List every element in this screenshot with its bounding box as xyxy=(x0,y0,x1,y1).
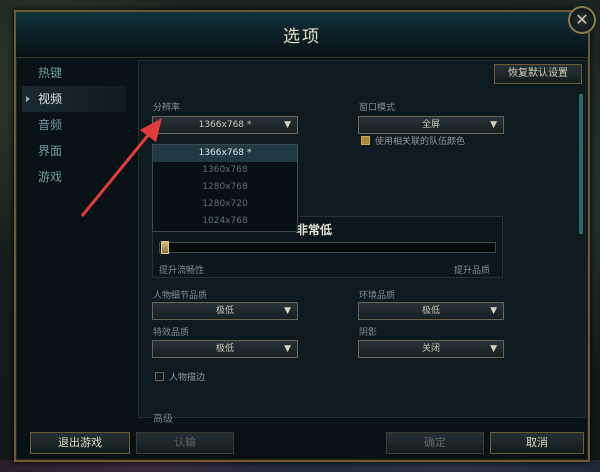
close-button[interactable]: ✕ xyxy=(568,6,596,34)
resolution-value: 1366x768 * xyxy=(198,120,252,130)
annotation-arrow-icon xyxy=(80,118,162,217)
team-color-label: 使用相关联的队伍颜色 xyxy=(375,137,466,147)
dialog-title: 选项 xyxy=(283,27,321,47)
close-icon: ✕ xyxy=(575,10,589,29)
chevron-down-icon: ▼ xyxy=(490,344,497,354)
effects-quality-value: 极低 xyxy=(215,344,234,354)
graphics-quality-title: 非常低 xyxy=(296,223,333,237)
surrender-button[interactable]: 认输 xyxy=(136,432,234,454)
graphics-quality-slider[interactable] xyxy=(159,242,496,253)
resolution-option[interactable]: 1024x768 xyxy=(153,213,297,230)
effects-quality-label: 特效品质 xyxy=(153,328,190,338)
resolution-option[interactable]: 1360x768 xyxy=(153,162,297,179)
slider-right-label: 提升品质 xyxy=(454,266,491,276)
resolution-option[interactable]: 1366x768 * xyxy=(153,145,297,162)
chevron-down-icon: ▼ xyxy=(284,120,291,130)
reset-defaults-button[interactable]: 恢复默认设置 xyxy=(494,64,582,84)
cancel-button[interactable]: 取消 xyxy=(490,432,584,454)
slider-left-label: 提升流畅性 xyxy=(159,266,205,276)
dialog-titlebar: 选项 xyxy=(16,12,588,58)
resolution-option[interactable]: 1280x768 xyxy=(153,179,297,196)
window-mode-label: 窗口模式 xyxy=(359,103,396,113)
character-quality-select[interactable]: 极低 ▼ xyxy=(152,302,298,320)
resolution-dropdown: 1366x768 * 1360x768 1280x768 1280x720 10… xyxy=(152,144,298,232)
options-dialog: 选项 ✕ 热键 视频 音频 界面 游戏 恢复默认设置 分辨率 1366x768 … xyxy=(14,6,596,462)
shadow-select[interactable]: 关闭 ▼ xyxy=(358,340,504,358)
shadow-label: 阴影 xyxy=(359,328,378,338)
sidebar-item-video[interactable]: 视频 xyxy=(22,86,126,112)
resolution-select[interactable]: 1366x768 * ▼ xyxy=(152,116,298,134)
advanced-section-label: 高级 xyxy=(153,414,173,425)
effects-quality-select[interactable]: 极低 ▼ xyxy=(152,340,298,358)
sidebar-item-hotkeys[interactable]: 热键 xyxy=(22,60,126,86)
chevron-down-icon: ▼ xyxy=(284,344,291,354)
chevron-down-icon: ▼ xyxy=(490,120,497,130)
shadow-value: 关闭 xyxy=(421,344,440,354)
environment-quality-value: 极低 xyxy=(421,306,440,316)
slider-handle[interactable] xyxy=(161,241,169,254)
character-quality-value: 极低 xyxy=(215,306,234,316)
environment-quality-select[interactable]: 极低 ▼ xyxy=(358,302,504,320)
outline-label: 人物描边 xyxy=(169,373,206,383)
ok-button[interactable]: 确定 xyxy=(386,432,484,454)
window-mode-select[interactable]: 全屏 ▼ xyxy=(358,116,504,134)
window-mode-value: 全屏 xyxy=(421,120,440,130)
environment-quality-label: 环境品质 xyxy=(359,291,396,301)
chevron-down-icon: ▼ xyxy=(490,306,497,316)
exit-game-button[interactable]: 退出游戏 xyxy=(30,432,130,454)
panel-scrollbar[interactable] xyxy=(579,94,583,234)
outline-checkbox[interactable] xyxy=(155,372,164,381)
character-quality-label: 人物细节品质 xyxy=(153,291,208,301)
chevron-down-icon: ▼ xyxy=(284,306,291,316)
resolution-option[interactable]: 1280x720 xyxy=(153,196,297,213)
team-color-checkbox[interactable] xyxy=(361,136,370,145)
